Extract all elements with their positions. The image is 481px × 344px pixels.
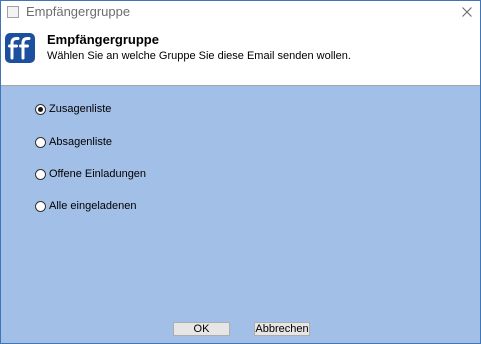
close-icon	[462, 7, 472, 17]
radio-button-icon[interactable]	[35, 168, 46, 180]
dialog-window: Empfängergruppe Empfängergruppe Wählen S…	[0, 0, 481, 344]
radio-label-zusagenliste[interactable]: Zusagenliste	[49, 103, 111, 115]
radio-zusagenliste[interactable]: Zusagenliste	[35, 101, 111, 117]
radio-label-alle-eingeladenen[interactable]: Alle eingeladenen	[49, 200, 136, 212]
radio-alle-eingeladenen[interactable]: Alle eingeladenen	[35, 198, 136, 214]
ff-logo-icon	[5, 33, 35, 63]
radio-button-icon[interactable]	[35, 200, 46, 212]
radio-absagenliste[interactable]: Absagenliste	[35, 134, 112, 150]
header-title: Empfängergruppe	[47, 32, 159, 47]
app-icon	[7, 6, 19, 18]
window-title: Empfängergruppe	[26, 4, 131, 19]
radio-button-selected-icon[interactable]	[35, 103, 46, 115]
cancel-button[interactable]: Abbrechen	[254, 322, 310, 336]
title-bar[interactable]: Empfängergruppe	[1, 1, 480, 23]
dialog-header: Empfängergruppe Wählen Sie an welche Gru…	[1, 23, 480, 86]
header-subtitle: Wählen Sie an welche Gruppe Sie diese Em…	[47, 50, 351, 62]
radio-label-absagenliste[interactable]: Absagenliste	[49, 136, 112, 148]
radio-label-offene-einladungen[interactable]: Offene Einladungen	[49, 168, 146, 180]
radio-offene-einladungen[interactable]: Offene Einladungen	[35, 166, 146, 182]
ok-button[interactable]: OK	[173, 322, 230, 336]
close-button[interactable]	[454, 1, 480, 23]
radio-button-icon[interactable]	[35, 136, 46, 148]
